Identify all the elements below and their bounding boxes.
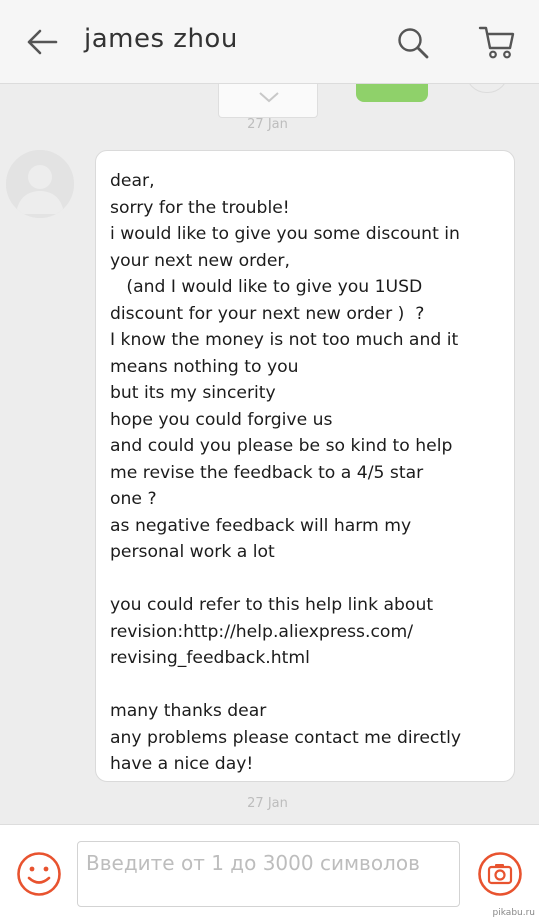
cart-icon[interactable] [478, 24, 516, 60]
message-timestamp: 27 Jan [247, 796, 288, 811]
emoji-icon[interactable] [16, 851, 62, 897]
watermark: pikabu.ru [492, 908, 535, 918]
previous-sent-message [356, 84, 428, 102]
search-icon[interactable] [396, 26, 430, 60]
chevron-down-icon [259, 92, 279, 103]
camera-icon[interactable] [477, 851, 523, 897]
chat-area[interactable]: 27 Jan dear, sorry for the trouble! i wo… [0, 84, 539, 824]
default-avatar-icon [6, 150, 74, 218]
sender-avatar[interactable] [6, 150, 74, 218]
message-input[interactable] [77, 841, 460, 907]
message-text: dear, sorry for the trouble! i would lik… [110, 171, 462, 774]
message-input-bar: pikabu.ru [0, 824, 539, 922]
chat-title: james zhou [84, 24, 238, 54]
app-header: james zhou [0, 0, 539, 84]
message-timestamp: 27 Jan [247, 117, 288, 132]
arrow-left-icon[interactable] [26, 28, 58, 56]
user-avatar [466, 84, 508, 93]
previous-message-card[interactable] [218, 84, 318, 118]
received-message-bubble: dear, sorry for the trouble! i would lik… [95, 150, 515, 782]
